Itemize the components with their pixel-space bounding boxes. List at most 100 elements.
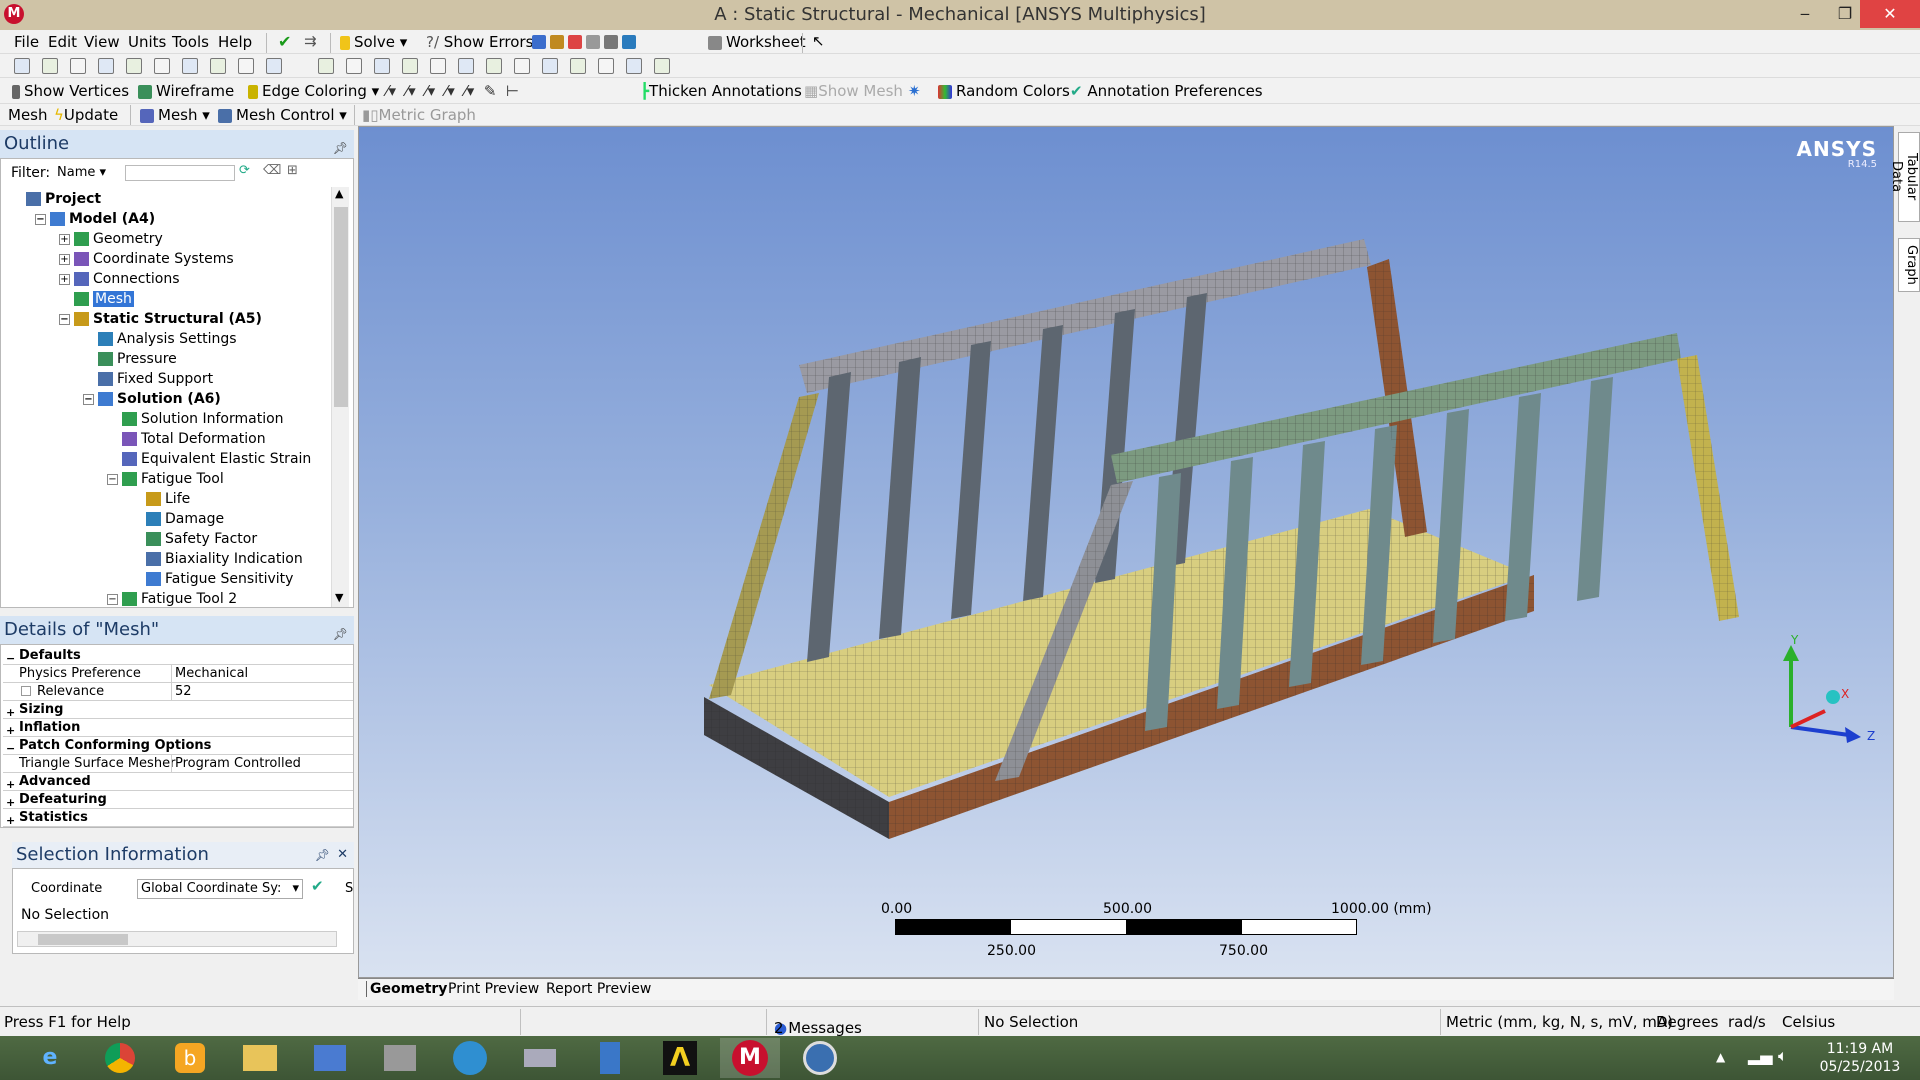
check-icon[interactable]: ✔: [278, 32, 291, 51]
zoom-fit-icon[interactable]: [458, 58, 474, 74]
disc-icon[interactable]: [440, 1038, 500, 1078]
previous-view-icon[interactable]: [514, 58, 530, 74]
thicken-annotations-button[interactable]: ┣Thicken Annotations: [640, 82, 802, 100]
refresh-icon[interactable]: ⟳: [239, 163, 250, 178]
tree-item[interactable]: Analysis Settings: [83, 329, 237, 349]
scroll-down-icon[interactable]: ▼: [335, 591, 343, 604]
tree-item[interactable]: Biaxiality Indication: [131, 549, 303, 569]
menu-tools[interactable]: Tools: [172, 33, 209, 51]
annotation-preferences-button[interactable]: ✔ Annotation Preferences: [1070, 82, 1263, 100]
collapse-icon[interactable]: −: [35, 213, 46, 225]
tree-item[interactable]: Pressure: [83, 349, 177, 369]
clear-filter-icon[interactable]: ⌫: [263, 163, 281, 178]
expand-icon[interactable]: +: [6, 812, 15, 829]
tree-item[interactable]: − Solution (A6): [83, 389, 221, 409]
details-group-row[interactable]: + Advanced: [3, 773, 353, 791]
details-property-value[interactable]: 52: [175, 683, 192, 700]
arrow-icon[interactable]: [126, 58, 142, 74]
magnifier-icon[interactable]: [486, 58, 502, 74]
collapse-icon[interactable]: −: [83, 393, 94, 405]
tree-item[interactable]: − Fatigue Tool 2: [107, 589, 237, 609]
box-zoom-icon[interactable]: [402, 58, 418, 74]
print-icon[interactable]: [598, 58, 614, 74]
menu-view[interactable]: View: [84, 33, 120, 51]
iso-view-icon[interactable]: [570, 58, 586, 74]
status-units[interactable]: Metric (mm, kg, N, s, mV, mA): [1446, 1013, 1673, 1031]
selection-pin-icon[interactable]: 📌︎: [315, 842, 330, 868]
details-group-row[interactable]: + Statistics: [3, 809, 353, 827]
filter-dropdown[interactable]: Name ▾: [57, 165, 106, 180]
menu-help[interactable]: Help: [218, 33, 252, 51]
select-mode-icon[interactable]: [42, 58, 58, 74]
aperture-icon[interactable]: [790, 1038, 850, 1078]
pick-icon[interactable]: [70, 58, 86, 74]
mesh-model[interactable]: [359, 127, 1895, 979]
tree-icon[interactable]: ⇉: [304, 32, 317, 50]
details-group-row[interactable]: + Sizing: [3, 701, 353, 719]
viewport-layout-icon[interactable]: [654, 58, 670, 74]
paste-icon[interactable]: [182, 58, 198, 74]
rotate-icon[interactable]: [318, 58, 334, 74]
tab-geometry[interactable]: Geometry: [366, 981, 447, 997]
ie-icon[interactable]: e: [20, 1038, 80, 1078]
mesh-dropdown-button[interactable]: Mesh ▾: [140, 106, 210, 124]
face-icon[interactable]: [210, 58, 226, 74]
tree-item[interactable]: Equivalent Elastic Strain: [107, 449, 311, 469]
expand-all-icon[interactable]: ⊞: [287, 163, 298, 178]
update-button[interactable]: ϟUpdate: [54, 106, 118, 124]
metric-graph-button[interactable]: ▮▯Metric Graph: [362, 106, 476, 124]
system-clock[interactable]: 11:19 AM 05/25/2013: [1800, 1040, 1920, 1076]
random-colors-button[interactable]: Random Colors: [938, 82, 1070, 100]
tree-item[interactable]: Fixed Support: [83, 369, 213, 389]
tab-graph[interactable]: Graph: [1898, 238, 1920, 292]
coordinate-dropdown[interactable]: Global Coordinate Sy: ▾: [137, 879, 303, 899]
status-angle-unit[interactable]: Degrees: [1656, 1013, 1718, 1031]
menu-units[interactable]: Units: [128, 33, 166, 51]
collapse-icon[interactable]: −: [59, 313, 70, 325]
tag-icon[interactable]: [626, 58, 642, 74]
ansys-app-icon[interactable]: Λ: [650, 1038, 710, 1078]
mesh-control-button[interactable]: Mesh Control ▾: [218, 106, 347, 124]
solve-button[interactable]: Solve ▾: [340, 33, 407, 51]
tree-item[interactable]: Damage: [131, 509, 224, 529]
mechanical-app-icon[interactable]: M: [720, 1038, 780, 1078]
outline-scroll-thumb[interactable]: [334, 207, 348, 407]
select-icon[interactable]: [14, 58, 30, 74]
copy-icon[interactable]: [154, 58, 170, 74]
next-view-icon[interactable]: [542, 58, 558, 74]
tab-report-preview[interactable]: Report Preview: [546, 981, 651, 997]
tree-item[interactable]: + Geometry: [59, 229, 163, 249]
volume-icon[interactable]: 🔈︎: [1778, 1046, 1788, 1066]
tree-item[interactable]: − Model (A4): [35, 209, 155, 229]
cursor-icon[interactable]: ↖: [812, 32, 825, 50]
bing-icon[interactable]: b: [160, 1038, 220, 1078]
wall-icon[interactable]: [370, 1038, 430, 1078]
wireframe-button[interactable]: Wireframe: [138, 82, 234, 100]
tab-tabular-data[interactable]: Tabular Data: [1889, 132, 1920, 222]
graphics-viewport[interactable]: ANSYS R14.5 Y X Z 0.00 500.00 1000.00 (m…: [358, 126, 1894, 978]
tree-item[interactable]: Safety Factor: [131, 529, 257, 549]
details-property-row[interactable]: Triangle Surface Mesher Program Controlle…: [3, 755, 353, 773]
scroll-up-icon[interactable]: ▲: [335, 187, 343, 200]
tree-item[interactable]: − Static Structural (A5): [59, 309, 262, 329]
relevance-checkbox[interactable]: [21, 686, 31, 696]
network-icon[interactable]: ▂▄: [1748, 1046, 1773, 1065]
pan-icon[interactable]: [346, 58, 362, 74]
tree-item[interactable]: Life: [131, 489, 190, 509]
selection-check-icon[interactable]: ✔: [311, 877, 324, 895]
body-select-icon[interactable]: [266, 58, 282, 74]
menu-file[interactable]: File: [14, 33, 39, 51]
filter-input[interactable]: [125, 165, 235, 181]
status-rate-unit[interactable]: rad/s: [1728, 1013, 1766, 1031]
tree-item[interactable]: Total Deformation: [107, 429, 266, 449]
box-select-icon[interactable]: [98, 58, 114, 74]
axis-triad[interactable]: [1771, 627, 1881, 757]
collapse-icon[interactable]: −: [107, 473, 118, 485]
toolbar-icon-group[interactable]: [532, 32, 640, 50]
details-property-row[interactable]: Relevance 52: [3, 683, 353, 701]
outline-scrollbar[interactable]: ▲ ▼: [331, 187, 349, 607]
explorer-icon[interactable]: [230, 1038, 290, 1078]
tree-item[interactable]: Fatigue Sensitivity: [131, 569, 293, 589]
expand-icon[interactable]: +: [59, 233, 70, 245]
tree-item[interactable]: + Coordinate Systems: [59, 249, 234, 269]
